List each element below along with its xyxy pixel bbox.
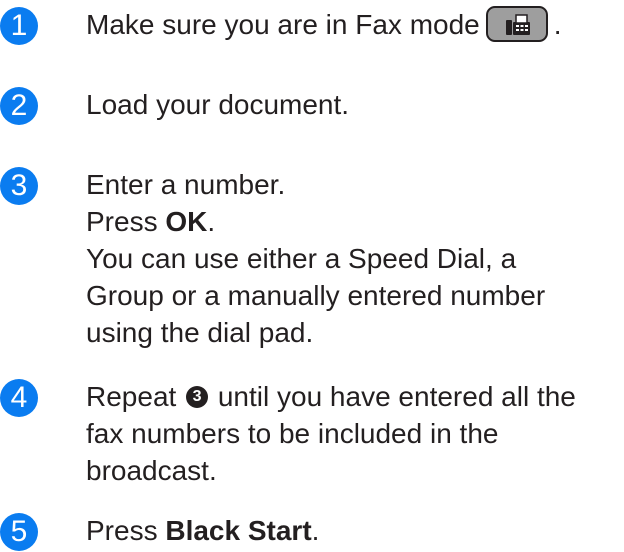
step-5-press-prefix: Press (86, 515, 166, 546)
step-4-repeat-suffix: until you have entered all the (210, 381, 576, 412)
step-4-line-3: broadcast. (86, 455, 217, 486)
step-2-text: Load your document. (86, 86, 616, 123)
step-3-press-line: Press OK. (86, 203, 616, 240)
step-3-line-1: Enter a number. (86, 169, 286, 200)
step-3-press-prefix: Press (86, 206, 166, 237)
step-3-reference-icon: 3 (186, 385, 209, 408)
step-3-press-suffix: . (207, 206, 216, 237)
step-3-note-line-2: Group or a manually entered number (86, 280, 546, 311)
step-5-press-line: Press Black Start. (86, 512, 616, 549)
step-3-text: Enter a number. Press OK. You can use ei… (86, 166, 616, 351)
step-4-text: Repeat 3 until you have entered all the … (86, 378, 616, 489)
step-3-note-line-3: using the dial pad. (86, 317, 314, 348)
step-5-press-suffix: . (311, 515, 320, 546)
fax-mode-button (485, 5, 548, 42)
step-1-text: Make sure you are in Fax mode . (86, 5, 616, 45)
step-number-5: 5 (0, 513, 38, 551)
step-1-period: . (553, 9, 562, 40)
step-4-repeat-prefix: Repeat (86, 381, 185, 412)
step-number-2: 2 (0, 87, 38, 125)
step-number-1: 1 (0, 7, 38, 45)
step-2-label: Load your document. (86, 89, 350, 120)
black-start-key-label: Black Start (165, 515, 312, 546)
ok-key-label: OK (165, 206, 208, 237)
step-number-4: 4 (0, 379, 38, 417)
fax-icon (505, 13, 530, 35)
step-5-text: Press Black Start. (86, 512, 616, 549)
step-1-label: Make sure you are in Fax mode (86, 9, 480, 40)
step-4-line-2: fax numbers to be included in the (86, 418, 499, 449)
step-4-line-1: Repeat 3 until you have entered all the (86, 378, 616, 415)
step-3-note-line-1: You can use either a Speed Dial, a (86, 243, 517, 274)
step-number-3: 3 (0, 167, 38, 205)
